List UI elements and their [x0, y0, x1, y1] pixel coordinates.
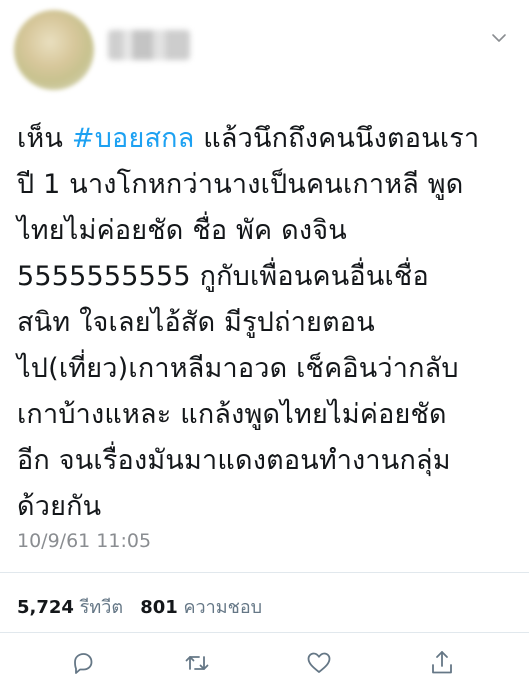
tweet-line: ปี 1 นางโกหกว่านางเป็นคนเกาหลี พูด — [17, 169, 464, 200]
tweet-line: อีก จนเรื่องมันมาแดงตอนทำงานกลุ่ม — [17, 445, 451, 476]
tweet-stats: 5,724 รีทวีต 801 ความชอบ — [17, 592, 262, 621]
tweet-line: สนิท ใจเลยไอ้สัด มีรูปถ่ายตอน — [17, 307, 375, 338]
retweet-icon[interactable] — [182, 648, 212, 678]
tweet-line: เกาบ้างแหละ แกล้งพูดไทยไม่ค่อยชัด — [17, 399, 447, 430]
tweet-card: เห็น #บอยสกล แล้วนึกถึงคนนึงตอนเรา ปี 1 … — [0, 0, 529, 696]
share-icon[interactable] — [427, 648, 457, 678]
like-label[interactable]: ความชอบ — [184, 597, 263, 618]
heart-icon[interactable] — [304, 648, 334, 678]
tweet-text-segment: แล้วนึกถึงคนนึงตอนเรา — [194, 123, 480, 154]
tweet-line: เห็น #บอยสกล แล้วนึกถึงคนนึงตอนเรา — [17, 116, 517, 162]
tweet-line: 5555555555 กูกับเพื่อนคนอื่นเชื่อ — [17, 261, 429, 292]
avatar[interactable] — [14, 10, 94, 90]
hashtag-link[interactable]: #บอยสกล — [72, 123, 195, 154]
retweet-count[interactable]: 5,724 — [17, 597, 74, 618]
tweet-timestamp[interactable]: 10/9/61 11:05 — [17, 530, 151, 552]
tweet-line: ไทยไม่ค่อยชัด ชื่อ พัค ดงจิน — [17, 215, 347, 246]
blurred-username[interactable] — [108, 30, 190, 60]
divider — [0, 632, 529, 633]
reply-icon[interactable] — [68, 648, 98, 678]
tweet-text: เห็น #บอยสกล แล้วนึกถึงคนนึงตอนเรา ปี 1 … — [17, 116, 517, 530]
tweet-text-prefix: เห็น — [17, 123, 72, 154]
tweet-line: ด้วยกัน — [17, 491, 102, 522]
tweet-line: ไป(เที่ยว)เกาหลีมาอวด เช็คอินว่ากลับ — [17, 353, 459, 384]
tweet-actions — [0, 648, 529, 684]
like-count[interactable]: 801 — [140, 597, 178, 618]
chevron-down-icon[interactable] — [491, 30, 507, 46]
retweet-label[interactable]: รีทวีต — [80, 597, 123, 618]
divider — [0, 572, 529, 573]
